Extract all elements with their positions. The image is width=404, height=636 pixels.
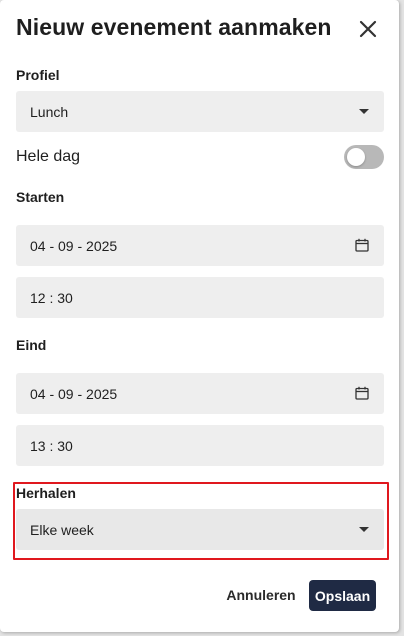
close-icon [359,20,377,38]
start-label: Starten [16,189,65,205]
start-date-field[interactable]: 04 - 09 - 2025 [16,225,384,266]
end-date-value: 04 - 09 - 2025 [30,385,118,402]
all-day-toggle[interactable] [344,145,384,169]
start-time-field[interactable]: 12 : 30 [16,277,384,318]
all-day-label: Hele dag [16,148,81,165]
save-button[interactable]: Opslaan [309,580,376,611]
new-event-dialog: Nieuw evenement aanmaken Profiel Lunch H… [0,0,399,632]
start-date-value: 04 - 09 - 2025 [30,237,118,254]
dialog-title: Nieuw evenement aanmaken [16,14,332,40]
profile-value: Lunch [30,103,69,120]
end-date-field[interactable]: 04 - 09 - 2025 [16,373,384,414]
cancel-button[interactable]: Annuleren [222,580,300,610]
end-label: Eind [16,337,47,353]
profile-select[interactable]: Lunch [16,91,384,132]
repeat-value: Elke week [30,521,94,538]
repeat-select[interactable]: Elke week [16,509,384,550]
end-time-value: 13 : 30 [30,437,73,454]
calendar-icon[interactable] [355,238,369,252]
end-time-field[interactable]: 13 : 30 [16,425,384,466]
chevron-down-icon [359,109,369,114]
close-button[interactable] [356,17,380,41]
start-time-value: 12 : 30 [30,289,73,306]
chevron-down-icon [359,527,369,532]
calendar-icon[interactable] [355,386,369,400]
profile-label: Profiel [16,67,60,83]
repeat-label: Herhalen [16,485,76,501]
toggle-knob [347,148,365,166]
